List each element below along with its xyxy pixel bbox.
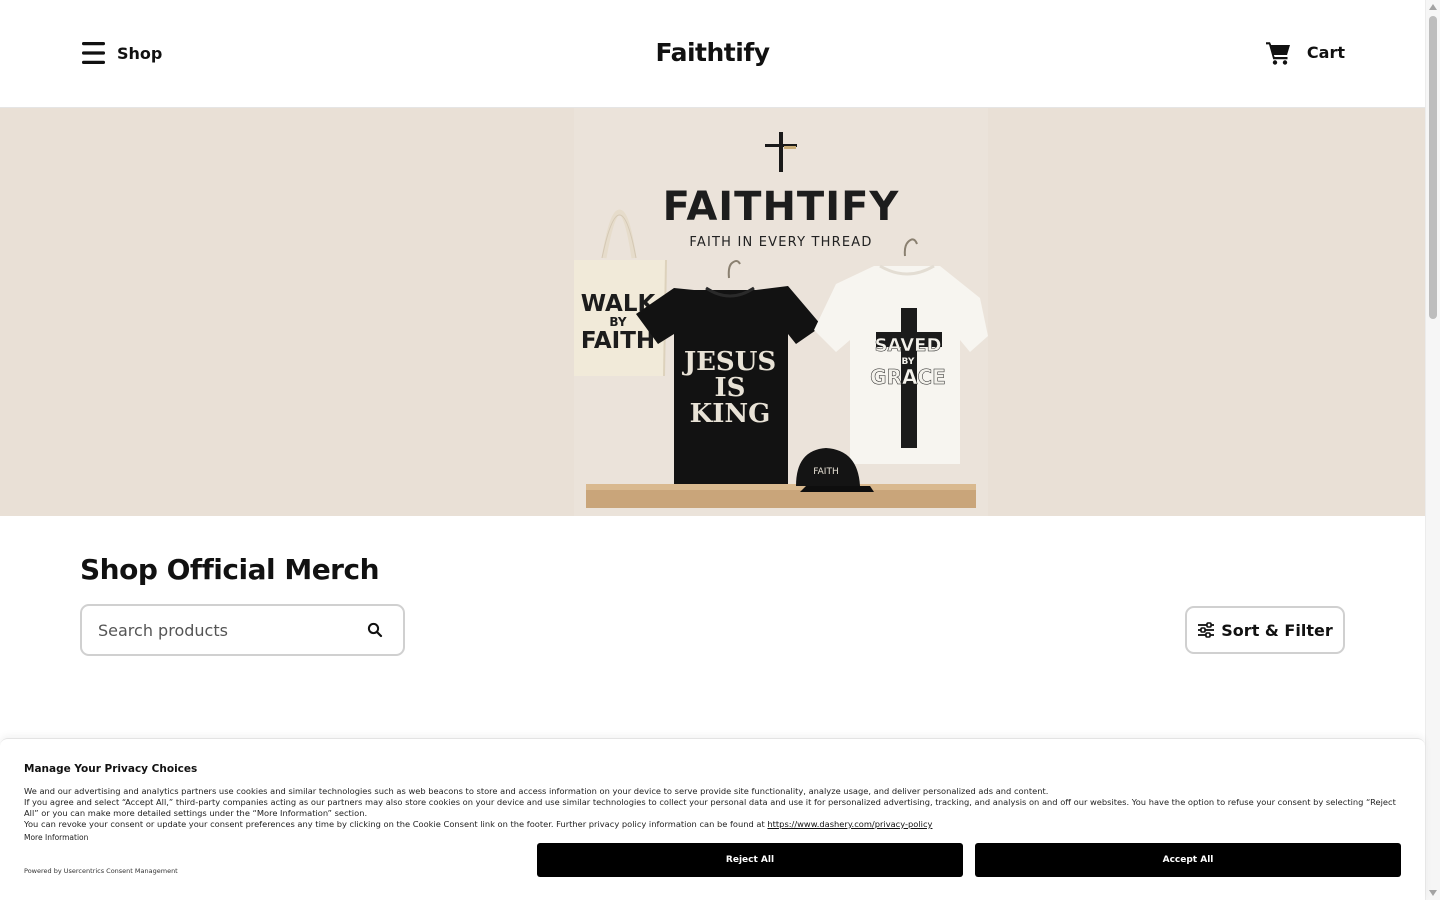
black-shirt-text-line-3: KING xyxy=(690,399,771,429)
tote-text-line-2: BY xyxy=(609,315,626,329)
vertical-scrollbar[interactable] xyxy=(1425,0,1440,900)
accept-all-button[interactable]: Accept All xyxy=(975,843,1401,877)
more-information-link[interactable]: More Information xyxy=(24,833,88,842)
scrollbar-thumb[interactable] xyxy=(1429,16,1437,319)
sort-filter-label: Sort & Filter xyxy=(1221,620,1333,640)
sort-filter-button[interactable]: Sort & Filter xyxy=(1185,606,1345,654)
cart-icon xyxy=(1265,42,1290,65)
scroll-up-arrow-icon[interactable] xyxy=(1429,4,1437,10)
consent-text-line-3: You can revoke your consent or update yo… xyxy=(24,819,1409,830)
merch-display-illustration: FAITHTIFY FAITH IN EVERY THREAD WALK BY … xyxy=(574,108,988,516)
cart-label: Cart xyxy=(1306,43,1345,62)
consent-text-line-2: If you agree and select “Accept All,” th… xyxy=(24,797,1396,818)
tote-text-line-3: FAITH xyxy=(581,328,655,354)
hero-banner: FAITHTIFY FAITH IN EVERY THREAD WALK BY … xyxy=(0,108,1425,516)
section-title: Shop Official Merch xyxy=(80,553,380,586)
sliders-icon xyxy=(1198,622,1215,638)
consent-text-line-1: We and our advertising and analytics par… xyxy=(24,786,1049,796)
site-header: Shop Faithtify Cart xyxy=(0,0,1425,108)
search-input[interactable] xyxy=(98,618,348,642)
brand-logo[interactable]: Faithtify xyxy=(0,38,1425,67)
white-shirt-text-line-1: SAVED xyxy=(875,335,942,356)
hero-image: FAITHTIFY FAITH IN EVERY THREAD WALK BY … xyxy=(574,108,988,516)
hero-tagline: FAITH IN EVERY THREAD xyxy=(689,235,872,250)
reject-all-button[interactable]: Reject All xyxy=(537,843,963,877)
privacy-policy-link[interactable]: https://www.dashery.com/privacy-policy xyxy=(767,819,932,829)
cookie-consent-banner: Manage Your Privacy Choices We and our a… xyxy=(0,738,1425,900)
cart-button[interactable]: Cart xyxy=(1265,40,1345,65)
consent-text-line-3-content: You can revoke your consent or update yo… xyxy=(24,819,765,829)
search-box xyxy=(80,604,405,656)
search-icon[interactable] xyxy=(367,622,383,638)
consent-body: We and our advertising and analytics par… xyxy=(24,786,1409,830)
cap-text: FAITH xyxy=(813,467,838,477)
hero-logo-text: FAITHTIFY xyxy=(663,184,900,230)
scroll-down-arrow-icon[interactable] xyxy=(1429,890,1437,896)
consent-title: Manage Your Privacy Choices xyxy=(24,763,198,775)
powered-by-text: Powered by Usercentrics Consent Manageme… xyxy=(24,867,178,875)
white-shirt-text-line-3: GRACE xyxy=(870,365,946,389)
